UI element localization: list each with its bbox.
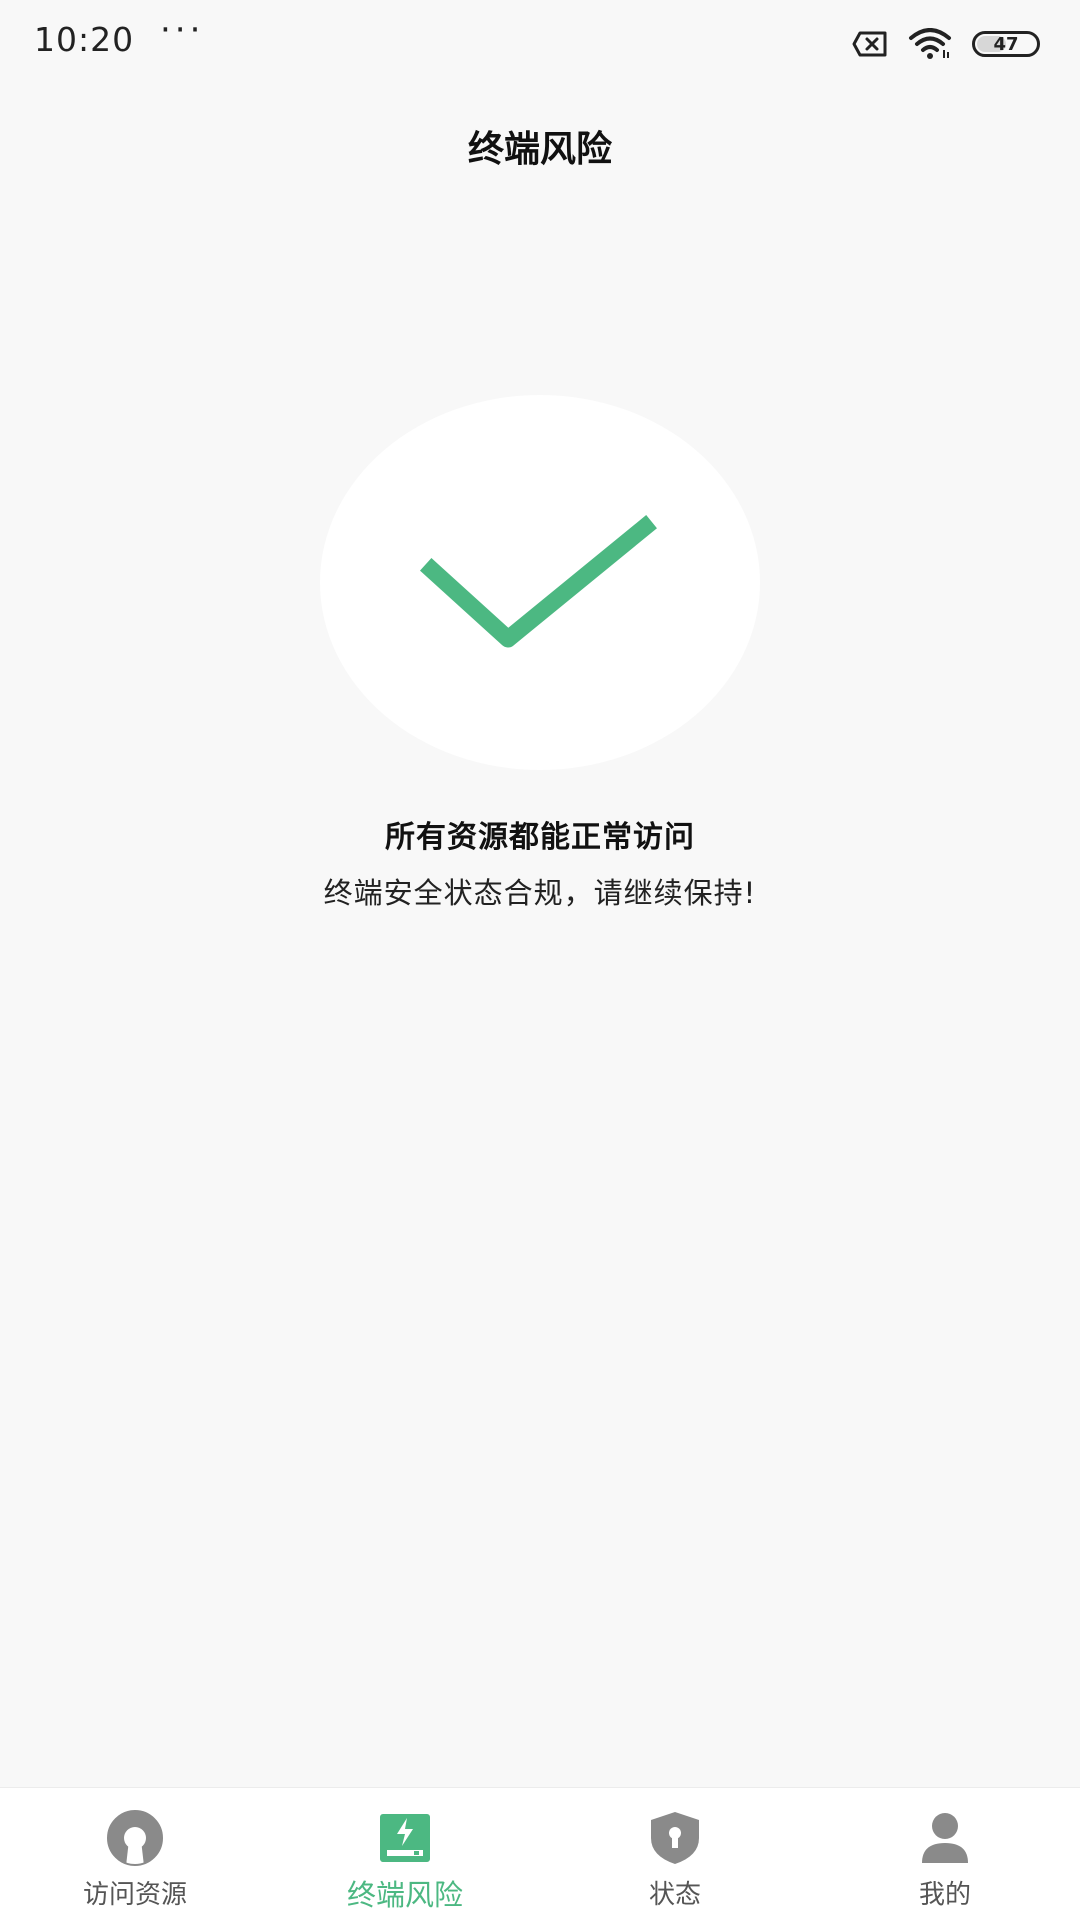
nav-label: 终端风险 [346, 1878, 463, 1912]
more-dots-icon: ··· [160, 10, 205, 50]
status-bar: 10:20 ··· 47 [0, 0, 1080, 86]
nav-label: 状态 [648, 1880, 701, 1910]
nav-label: 访问资源 [82, 1880, 187, 1910]
nav-label: 我的 [918, 1880, 971, 1910]
status-subtext: 终端安全状态合规，请继续保持! [323, 876, 757, 910]
wifi-icon [909, 28, 951, 59]
nav-item-mine[interactable]: 我的 [810, 1788, 1080, 1921]
bottom-nav: 访问资源 终端风险 状态 我的 [0, 1787, 1080, 1921]
resource-icon [107, 1810, 163, 1866]
status-icons: 47 [852, 24, 1040, 64]
status-time: 10:20 [34, 20, 135, 59]
nav-item-terminal-risk[interactable]: 终端风险 [270, 1788, 540, 1921]
person-icon [917, 1810, 973, 1866]
shield-lock-icon [647, 1810, 703, 1866]
status-circle [320, 395, 760, 770]
page-title: 终端风险 [467, 129, 612, 170]
battery-icon: 47 [972, 31, 1040, 57]
nav-item-status[interactable]: 状态 [540, 1788, 810, 1921]
battery-level: 47 [993, 33, 1019, 55]
no-sim-icon [852, 31, 887, 57]
status-heading: 所有资源都能正常访问 [385, 820, 695, 855]
terminal-risk-icon [377, 1810, 433, 1866]
checkmark-icon [419, 515, 657, 648]
nav-item-access-resources[interactable]: 访问资源 [0, 1788, 270, 1921]
